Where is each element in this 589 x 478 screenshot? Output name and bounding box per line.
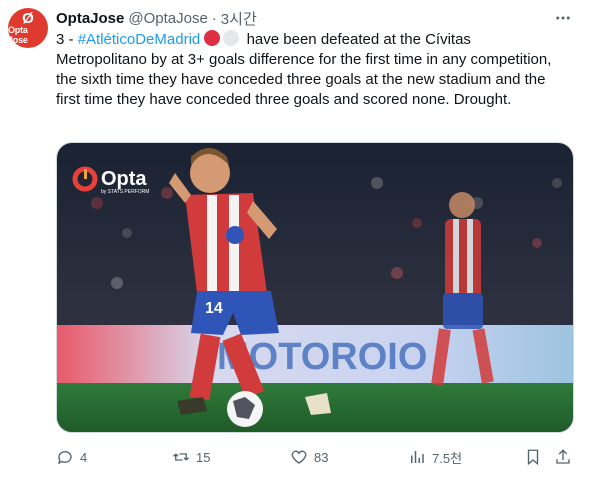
- views-chart-icon: [411, 451, 424, 463]
- tweet-photo[interactable]: MOTOROIO 14 Opta by STATS PERFORM: [56, 142, 574, 433]
- red-circle-emoji-icon: [204, 30, 221, 46]
- reply-icon: [57, 451, 72, 465]
- avatar[interactable]: Ø Opta Jose: [8, 8, 48, 48]
- like-count: 83: [314, 449, 329, 465]
- author-handle[interactable]: @OptaJose: [128, 10, 207, 27]
- white-circle-emoji-icon: [223, 30, 240, 46]
- author-name[interactable]: OptaJose: [56, 10, 124, 27]
- opta-logo-icon: Ø: [22, 9, 34, 27]
- timestamp[interactable]: 3시간: [221, 8, 257, 29]
- tweet-header: OptaJose @OptaJose · 3시간: [56, 8, 573, 28]
- more-icon[interactable]: [553, 8, 573, 28]
- football: [227, 391, 263, 427]
- watermark-subtext: by STATS PERFORM: [101, 189, 149, 195]
- tweet[interactable]: Ø Opta Jose OptaJose @OptaJose · 3시간 3 -…: [0, 0, 589, 478]
- tweet-text: 3 - #AtléticoDeMadrid have been defeated…: [56, 30, 562, 110]
- bookmark-icon: [527, 449, 539, 466]
- share-icon: [556, 449, 570, 464]
- reply-button[interactable]: 4: [56, 448, 87, 466]
- avatar-label: Opta Jose: [8, 24, 28, 45]
- reply-count: 4: [80, 449, 88, 465]
- bookmark-button[interactable]: [524, 448, 542, 466]
- text-prefix: 3 -: [56, 31, 78, 48]
- action-bar: 4 15 83 7.5천: [52, 446, 576, 468]
- share-button[interactable]: [554, 448, 572, 466]
- retweet-icon: [173, 453, 189, 461]
- like-button[interactable]: 83: [290, 448, 328, 466]
- watermark-text: Opta: [101, 168, 147, 190]
- separator: ·: [211, 9, 217, 27]
- views-button[interactable]: 7.5천: [408, 448, 462, 467]
- views-count: 7.5천: [432, 450, 463, 466]
- retweet-button[interactable]: 15: [172, 448, 210, 466]
- hashtag-link[interactable]: #AtléticoDeMadrid: [78, 31, 201, 48]
- retweet-count: 15: [196, 449, 211, 465]
- heart-icon: [291, 450, 307, 464]
- jersey-number: 14: [205, 300, 223, 317]
